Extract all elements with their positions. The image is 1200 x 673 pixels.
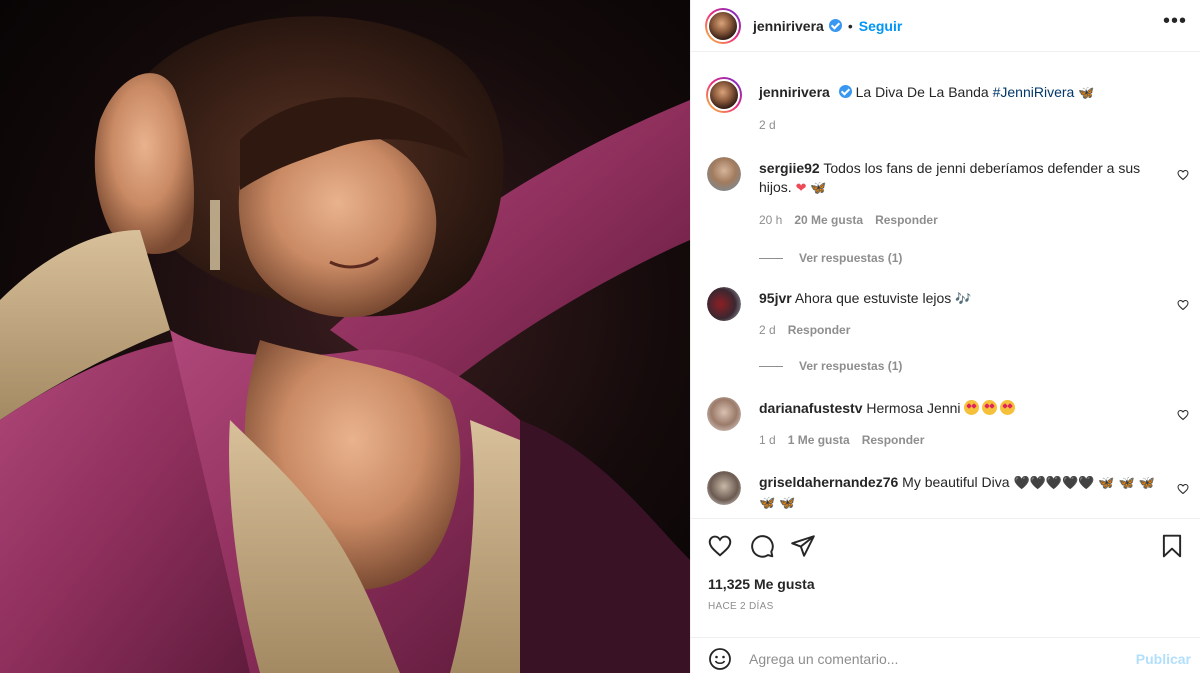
caption-time[interactable]: 2 d: [759, 118, 776, 132]
caption-hashtag-link[interactable]: #JenniRivera: [993, 84, 1075, 100]
comments-list[interactable]: jennirivera La Diva De La Banda #JenniRi…: [691, 53, 1200, 518]
replies-divider: [759, 365, 783, 367]
comment-body: sergiie92 Todos los fans de jenni deberí…: [759, 159, 1159, 198]
comment-bubble-icon[interactable]: [749, 533, 775, 559]
view-replies-label: Ver respuestas (1): [799, 359, 903, 373]
post-photo[interactable]: [0, 0, 690, 673]
comment-item: darianafustestv Hermosa Jenni 1 d 1 Me g…: [707, 397, 1189, 457]
reply-button[interactable]: Responder: [862, 433, 925, 447]
comment-time[interactable]: 20 h: [759, 213, 782, 227]
comment-username[interactable]: darianafustestv: [759, 400, 862, 416]
comment-meta: 1 d 1 Me gusta Responder: [759, 433, 924, 447]
avatar[interactable]: [707, 471, 741, 505]
post-actions: 11,325 Me gusta HACE 2 DÍAS Publicar: [691, 518, 1200, 673]
header-username[interactable]: jennirivera: [753, 18, 824, 34]
comment-username[interactable]: 95jvr: [759, 290, 792, 306]
post-side-panel: jennirivera • Seguir ••• jennirivera La …: [690, 0, 1200, 673]
heart-icon[interactable]: [707, 533, 733, 559]
heart-eyes-emoji: [1000, 400, 1016, 415]
verified-badge-icon: [828, 19, 842, 32]
heart-icon[interactable]: [1177, 169, 1189, 181]
caption: jennirivera La Diva De La Banda #JenniRi…: [706, 77, 1187, 139]
music-notes-emoji: 🎶: [955, 292, 972, 307]
reply-button[interactable]: Responder: [788, 323, 851, 337]
bookmark-icon[interactable]: [1159, 533, 1185, 559]
comment-item: sergiie92 Todos los fans de jenni deberí…: [707, 157, 1189, 267]
follow-button[interactable]: Seguir: [859, 18, 903, 34]
heart-eyes-emoji: [964, 400, 980, 415]
post-header: jennirivera • Seguir •••: [691, 0, 1200, 52]
paper-plane-icon[interactable]: [790, 533, 816, 559]
butterfly-emoji: 🦋 🦋: [759, 496, 796, 511]
comment-input[interactable]: [749, 647, 1129, 671]
view-replies-button[interactable]: Ver respuestas (1): [759, 359, 902, 373]
butterfly-emoji: 🦋: [810, 181, 827, 196]
heart-icon[interactable]: [1177, 483, 1189, 495]
comment-item: 95jvr Ahora que estuviste lejos 🎶 2 d Re…: [707, 287, 1189, 377]
comment-likes[interactable]: 20 Me gusta: [794, 213, 863, 227]
comment-body: darianafustestv Hermosa Jenni: [759, 399, 1159, 418]
separator-dot: •: [847, 17, 853, 34]
instagram-post-view: jennirivera • Seguir ••• jennirivera La …: [0, 0, 1200, 673]
comment-likes[interactable]: 1 Me gusta: [788, 433, 850, 447]
comment-time[interactable]: 2 d: [759, 323, 776, 337]
black-hearts-emoji: 🖤🖤🖤🖤🖤: [1013, 476, 1095, 491]
caption-text: La Diva De La Banda: [855, 84, 989, 100]
reply-button[interactable]: Responder: [875, 213, 938, 227]
caption-meta: 2 d: [759, 118, 776, 132]
replies-divider: [759, 257, 783, 259]
avatar[interactable]: [707, 157, 741, 191]
butterfly-emoji: 🦋: [1078, 86, 1095, 101]
performer-photo-illustration: [0, 16, 690, 673]
smiley-icon[interactable]: [708, 647, 732, 671]
avatar[interactable]: [706, 77, 742, 113]
caption-body: jennirivera La Diva De La Banda #JenniRi…: [759, 83, 1159, 103]
avatar[interactable]: [705, 7, 741, 44]
comment-username[interactable]: sergiie92: [759, 160, 820, 176]
avatar[interactable]: [707, 287, 741, 321]
heart-icon[interactable]: [1177, 409, 1189, 421]
caption-username[interactable]: jennirivera: [759, 84, 830, 100]
likes-count[interactable]: 11,325 Me gusta: [708, 576, 815, 592]
avatar-image: [708, 79, 740, 111]
avatar-image: [707, 397, 741, 431]
avatar-image: [707, 287, 741, 321]
comment-time[interactable]: 1 d: [759, 433, 776, 447]
heart-icon[interactable]: [1177, 299, 1189, 311]
avatar-image: [707, 157, 741, 191]
publish-button[interactable]: Publicar: [1136, 651, 1191, 667]
avatar-image: [707, 471, 741, 505]
butterfly-emoji: 🦋 🦋 🦋: [1098, 476, 1156, 491]
comment-text: My beautiful Diva: [902, 474, 1010, 490]
heart-eyes-emoji: [982, 400, 998, 415]
comment-body: griseldahernandez76 My beautiful Diva 🖤🖤…: [759, 473, 1159, 513]
post-timestamp[interactable]: HACE 2 DÍAS: [708, 601, 774, 612]
comment-item: griseldahernandez76 My beautiful Diva 🖤🖤…: [707, 471, 1189, 518]
verified-badge-icon: [838, 85, 852, 98]
comment-username[interactable]: griseldahernandez76: [759, 474, 898, 490]
view-replies-label: Ver respuestas (1): [799, 251, 903, 265]
view-replies-button[interactable]: Ver respuestas (1): [759, 251, 902, 265]
avatar[interactable]: [707, 397, 741, 431]
comment-text: Ahora que estuviste lejos: [794, 290, 952, 306]
red-heart-emoji: ❤: [795, 181, 807, 196]
avatar-image: [707, 9, 739, 42]
comment-text: Hermosa Jenni: [866, 400, 961, 416]
comment-body: 95jvr Ahora que estuviste lejos 🎶: [759, 289, 1159, 309]
comment-meta: 20 h 20 Me gusta Responder: [759, 213, 938, 227]
comment-meta: 2 d Responder: [759, 323, 850, 337]
ellipsis-icon[interactable]: •••: [1163, 11, 1187, 31]
